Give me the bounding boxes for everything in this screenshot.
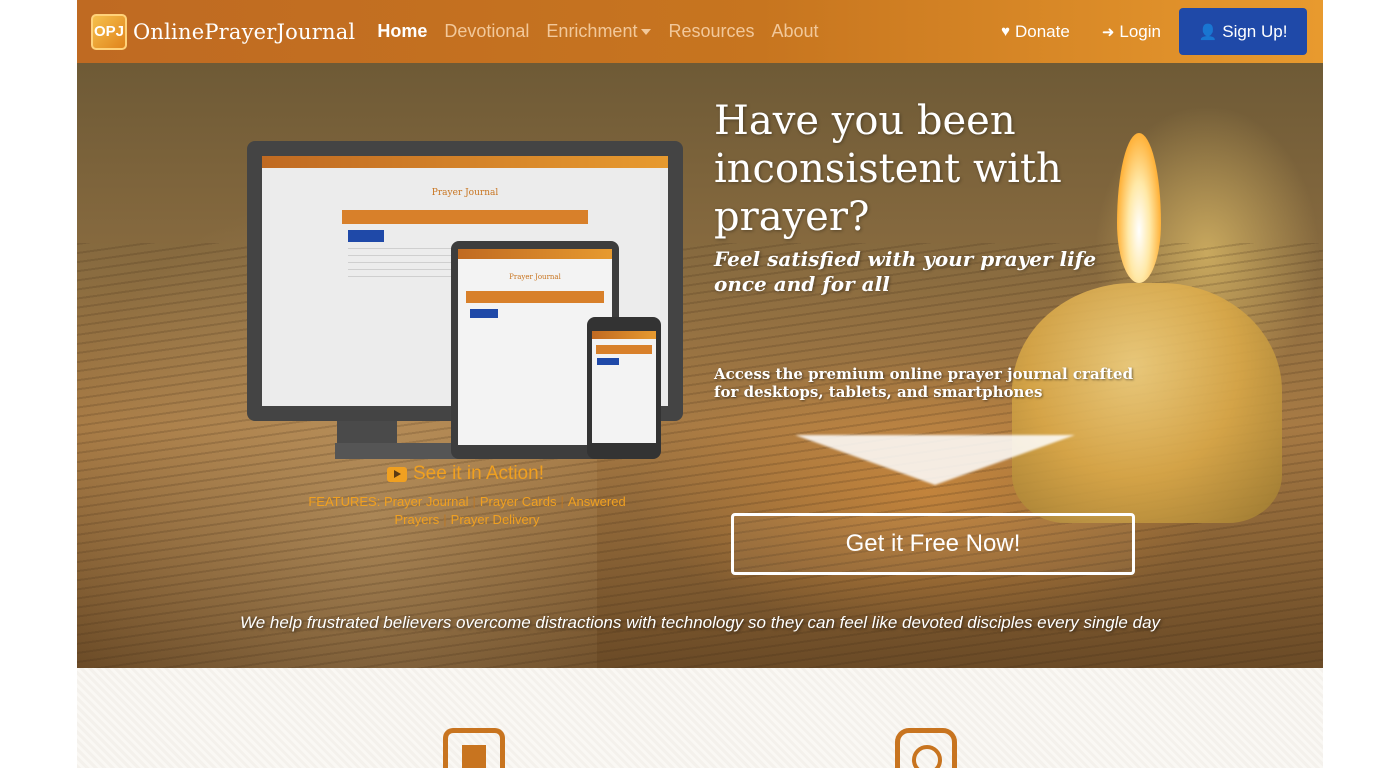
hero-description: Access the premium online prayer journal… bbox=[714, 365, 1134, 401]
tablet-icon bbox=[443, 728, 505, 768]
signup-button[interactable]: 👤 Sign Up! bbox=[1179, 8, 1307, 55]
get-it-free-button[interactable]: Get it Free Now! bbox=[731, 513, 1135, 575]
brand-logo: OPJ bbox=[91, 13, 127, 50]
mockup-panel bbox=[596, 345, 652, 354]
mockup-navbar bbox=[458, 249, 612, 259]
nav-actions: ♥ Donate ➜ Login 👤 Sign Up! bbox=[969, 8, 1307, 55]
spotlight-decoration bbox=[795, 435, 1075, 485]
sign-in-icon: ➜ bbox=[1101, 23, 1115, 41]
donate-button[interactable]: ♥ Donate bbox=[1001, 22, 1070, 42]
user-plus-icon: 👤 bbox=[1198, 23, 1218, 41]
chevron-down-icon bbox=[641, 29, 652, 36]
mockup-add-button bbox=[348, 230, 384, 242]
nav-home[interactable]: Home bbox=[377, 21, 427, 42]
donate-label: Donate bbox=[1014, 21, 1070, 41]
phone-mockup bbox=[587, 317, 661, 459]
login-label: Login bbox=[1119, 21, 1161, 41]
phone-screen bbox=[592, 331, 656, 443]
heart-icon: ♥ bbox=[1001, 23, 1010, 40]
features-list: FEATURES: Prayer Journal | Prayer Cards | An… bbox=[262, 493, 672, 529]
feature-link-prayer-cards[interactable]: Prayer Cards bbox=[480, 494, 557, 509]
feature-separator: | bbox=[472, 494, 476, 509]
mockup-navbar bbox=[262, 156, 668, 168]
features-section bbox=[77, 668, 1323, 768]
feature-separator: | bbox=[443, 512, 447, 527]
features-prefix: FEATURES: bbox=[308, 494, 381, 509]
mockup-panel bbox=[466, 291, 604, 303]
brand-name: OnlinePrayerJournal bbox=[133, 19, 356, 44]
hero-headline: Have you been inconsistent with prayer? bbox=[714, 98, 1062, 240]
see-in-action-link[interactable]: See it in Action! bbox=[387, 463, 544, 485]
nav-enrichment[interactable]: Enrichment bbox=[546, 21, 652, 42]
compass-icon bbox=[895, 728, 957, 768]
nav-resources[interactable]: Resources bbox=[668, 21, 754, 42]
top-navbar: OPJ OnlinePrayerJournal Home Devotional … bbox=[77, 0, 1323, 63]
feature-link-prayer-journal[interactable]: Prayer Journal bbox=[384, 494, 469, 509]
see-in-action-label: See it in Action! bbox=[413, 463, 544, 484]
mockup-title: Prayer Journal bbox=[431, 188, 499, 198]
nav-devotional[interactable]: Devotional bbox=[444, 21, 529, 42]
hero-section: Prayer Journal Prayer Journal See it in … bbox=[77, 63, 1323, 668]
nav-about[interactable]: About bbox=[772, 21, 819, 42]
mockup-add-button bbox=[470, 309, 498, 318]
mockup-navbar bbox=[592, 331, 656, 339]
mockup-panel bbox=[342, 210, 588, 224]
mockup-title: Prayer Journal bbox=[509, 273, 561, 281]
mockup-add-button bbox=[597, 358, 619, 365]
main-nav: Home Devotional Enrichment Resources Abo… bbox=[377, 21, 835, 42]
brand-link[interactable]: OPJ OnlinePrayerJournal bbox=[91, 13, 356, 50]
monitor-stand bbox=[337, 421, 397, 445]
feature-separator: | bbox=[560, 494, 564, 509]
hero-tagline: We help frustrated believers overcome di… bbox=[239, 613, 1161, 632]
hero-background-candle bbox=[1012, 283, 1282, 523]
hero-subheadline: Feel satisfied with your prayer life onc… bbox=[714, 247, 1097, 296]
signup-label: Sign Up! bbox=[1222, 21, 1288, 41]
play-icon bbox=[387, 466, 407, 482]
feature-link-prayer-delivery[interactable]: Prayer Delivery bbox=[451, 512, 540, 527]
login-button[interactable]: ➜ Login bbox=[1102, 22, 1161, 42]
nav-enrichment-label: Enrichment bbox=[546, 21, 638, 41]
